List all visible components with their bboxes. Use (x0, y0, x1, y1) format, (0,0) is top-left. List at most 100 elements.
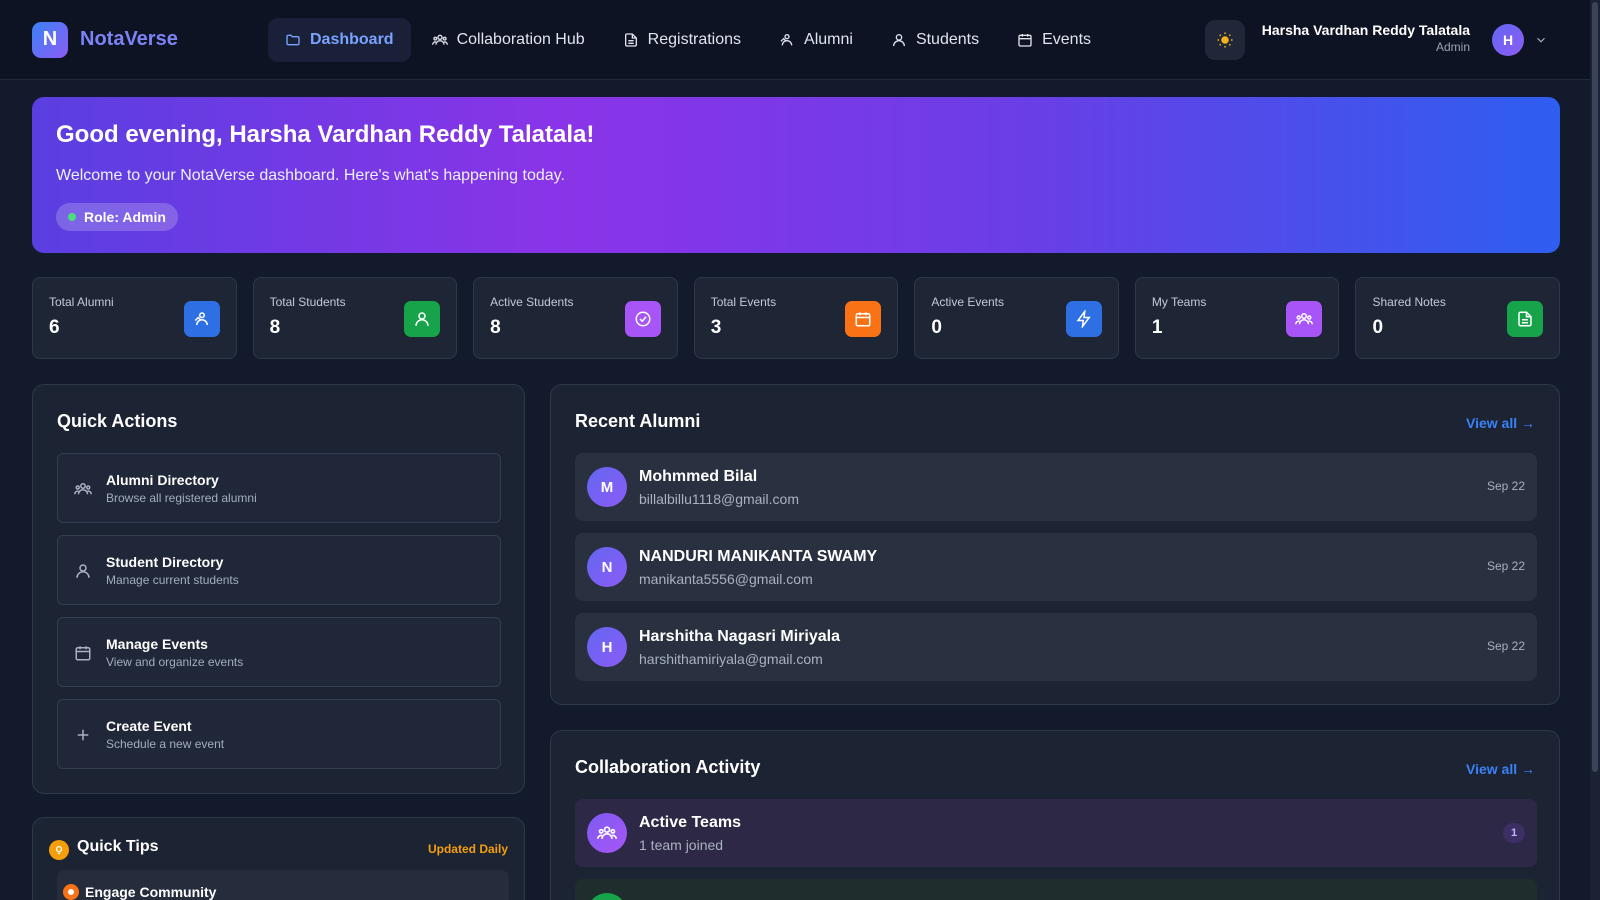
alumni-email: harshithamiriyala@gmail.com (639, 651, 823, 667)
tip-title: Engage Community (85, 884, 217, 900)
theme-toggle-button[interactable] (1205, 20, 1245, 60)
users-group-icon (431, 34, 448, 45)
stat-card-active-students[interactable]: Active Students 8 (473, 277, 678, 359)
list-item[interactable] (575, 879, 1537, 900)
alumni-date: Sep 22 (1486, 559, 1525, 573)
updated-badge: Updated Daily (427, 842, 508, 856)
user-icon (892, 33, 905, 46)
quick-action-subtitle: Schedule a new event (106, 737, 225, 751)
avatar: N (587, 547, 627, 587)
calendar-icon (845, 301, 882, 337)
avatar[interactable]: H (1492, 24, 1524, 56)
activity-subtitle: 1 team joined (639, 837, 724, 853)
avatar: H (587, 627, 627, 667)
stat-card-shared-notes[interactable]: Shared Notes 0 (1355, 277, 1561, 359)
user-info[interactable]: Harsha Vardhan Reddy Talatala Admin (1262, 22, 1470, 54)
quick-tips-panel: Quick Tips Updated Daily Engage Communit… (32, 817, 525, 900)
nav-label: Events (1042, 30, 1092, 48)
alumni-email: manikanta5556@gmail.com (639, 571, 813, 587)
panel-title: Recent Alumni (575, 411, 701, 431)
alumni-name: NANDURI MANIKANTA SWAMY (639, 548, 878, 565)
scrollbar-thumb[interactable] (1592, 2, 1598, 772)
scrollbar[interactable] (1590, 0, 1600, 900)
alumni-name: Mohmmed Bilal (639, 468, 758, 485)
calendar-icon (75, 646, 91, 661)
collaboration-activity-panel: Collaboration Activity View all → Active… (550, 730, 1560, 900)
document-icon (624, 32, 637, 47)
tip-item[interactable]: Engage Community (57, 870, 509, 900)
list-item[interactable]: N NANDURI MANIKANTA SWAMY manikanta5556@… (575, 533, 1537, 601)
lightbulb-icon (49, 840, 69, 860)
panel-title: Quick Actions (57, 411, 178, 431)
list-item[interactable]: H Harshitha Nagasri Miriyala harshithami… (575, 613, 1537, 681)
quick-action-title: Alumni Directory (106, 472, 219, 488)
view-all-link[interactable]: View all → (1466, 761, 1535, 777)
nav-label: Students (915, 30, 980, 48)
brand[interactable]: N NotaVerse (32, 21, 268, 58)
nav-label: Collaboration Hub (456, 30, 585, 48)
alumni-icon (183, 301, 220, 337)
status-dot (68, 213, 76, 221)
role-label: Role: Admin (84, 209, 166, 225)
user-role: Admin (1435, 40, 1470, 54)
quick-action-alumni-directory[interactable]: Alumni Directory Browse all registered a… (57, 453, 501, 523)
main-nav: Dashboard Collaboration Hub Registration… (268, 17, 1108, 62)
quick-action-title: Create Event (106, 718, 192, 734)
recent-alumni-panel: Recent Alumni View all → M Mohmmed Bilal… (550, 384, 1560, 705)
alumni-date: Sep 22 (1486, 479, 1525, 493)
avatar (587, 893, 627, 900)
panel-title: Quick Tips (77, 838, 159, 855)
calendar-icon (1018, 33, 1032, 47)
nav-alumni[interactable]: Alumni (762, 18, 870, 62)
stat-card-total-alumni[interactable]: Total Alumni 6 (32, 277, 237, 359)
count-badge: 1 (1503, 823, 1525, 843)
quick-action-student-directory[interactable]: Student Directory Manage current student… (57, 535, 501, 605)
user-icon (404, 301, 441, 337)
alumni-email: billalbillu1118@gmail.com (639, 491, 799, 507)
alumni-date: Sep 22 (1486, 639, 1525, 653)
quick-action-subtitle: Browse all registered alumni (106, 491, 257, 505)
welcome-subtitle: Welcome to your NotaVerse dashboard. Her… (56, 167, 565, 184)
nav-registrations[interactable]: Registrations (606, 18, 758, 62)
document-icon (1507, 301, 1544, 337)
tip-bullet-icon (63, 884, 79, 900)
quick-action-create-event[interactable]: Create Event Schedule a new event (57, 699, 501, 769)
stat-card-active-events[interactable]: Active Events 0 (914, 277, 1119, 359)
greeting: Good evening, Harsha Vardhan Reddy Talat… (56, 121, 595, 148)
nav-label: Alumni (804, 30, 853, 48)
alumni-name: Harshitha Nagasri Miriyala (639, 628, 840, 645)
brand-logo: N (32, 21, 68, 58)
quick-action-title: Manage Events (106, 636, 208, 652)
nav-label: Dashboard (310, 30, 394, 48)
welcome-banner: Good evening, Harsha Vardhan Reddy Talat… (32, 97, 1560, 253)
nav-students[interactable]: Students (874, 18, 996, 62)
panel-title: Collaboration Activity (575, 757, 761, 777)
quick-action-subtitle: Manage current students (106, 573, 239, 587)
stat-card-total-events[interactable]: Total Events 3 (693, 277, 899, 359)
stats-row: Total Alumni 6 Total Students 8 Active S… (32, 277, 1561, 359)
activity-title: Active Teams (639, 814, 741, 831)
users-group-icon (74, 483, 92, 495)
sun-icon (1217, 32, 1233, 48)
user-name: Harsha Vardhan Reddy Talatala (1261, 22, 1470, 38)
avatar: M (587, 467, 627, 507)
quick-action-title: Student Directory (106, 554, 224, 570)
nav-dashboard[interactable]: Dashboard (268, 17, 411, 62)
stat-card-my-teams[interactable]: My Teams 1 (1134, 277, 1340, 359)
users-group-icon (1286, 301, 1323, 337)
quick-action-manage-events[interactable]: Manage Events View and organize events (57, 617, 501, 687)
view-all-link[interactable]: View all → (1466, 415, 1535, 431)
folder-icon (286, 34, 300, 45)
plus-icon (77, 729, 89, 741)
list-item[interactable]: M Mohmmed Bilal billalbillu1118@gmail.co… (575, 453, 1537, 521)
check-circle-icon (624, 301, 661, 337)
users-group-icon (587, 813, 627, 853)
stat-card-total-students[interactable]: Total Students 8 (252, 277, 458, 359)
list-item[interactable]: Active Teams 1 team joined 1 (575, 799, 1537, 867)
quick-actions-panel: Quick Actions Alumni Directory Browse al… (32, 384, 525, 794)
chevron-down-icon[interactable] (1534, 33, 1548, 47)
brand-name: NotaVerse (80, 28, 178, 50)
nav-events[interactable]: Events (1000, 18, 1108, 62)
nav-collaboration-hub[interactable]: Collaboration Hub (415, 18, 602, 62)
alumni-icon (780, 33, 793, 45)
